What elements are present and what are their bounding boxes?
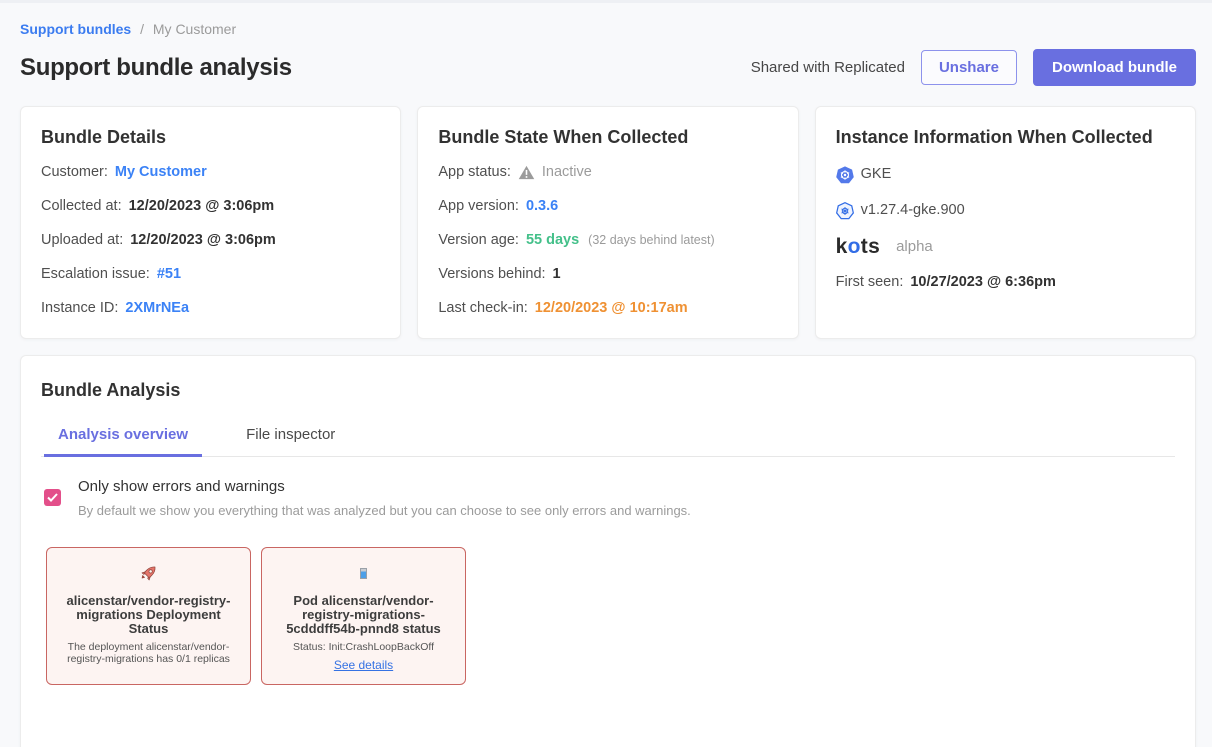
first-seen-label: First seen:: [836, 273, 904, 292]
bundle-details-card: Bundle Details Customer: My Customer Col…: [20, 106, 401, 339]
kots-logo-ts: ts: [861, 235, 880, 258]
uploaded-at-label: Uploaded at:: [41, 231, 123, 250]
filter-label: Only show errors and warnings: [78, 478, 691, 495]
app-status-value: Inactive: [542, 163, 592, 182]
kots-row: kots alpha: [836, 237, 1175, 256]
check-icon: [47, 493, 58, 502]
collected-at-row: Collected at: 12/20/2023 @ 3:06pm: [41, 197, 380, 216]
instance-info-card: Instance Information When Collected GKE …: [815, 106, 1196, 339]
breadcrumb-separator: /: [140, 21, 144, 37]
result-title: Pod alicenstar/vendor-registry-migration…: [272, 594, 455, 636]
app-version-label: App version:: [438, 197, 519, 216]
rocket-icon: [57, 561, 240, 585]
breadcrumb-support-bundles-link[interactable]: Support bundles: [20, 21, 131, 37]
version-age-value: 55 days: [526, 231, 579, 250]
bundle-details-title: Bundle Details: [41, 127, 380, 148]
result-message: Status: Init:CrashLoopBackOff: [272, 642, 455, 654]
result-title: alicenstar/vendor-registry-migrations De…: [57, 594, 240, 636]
header-actions: Shared with Replicated Unshare Download …: [751, 49, 1196, 86]
breadcrumb: Support bundles / My Customer: [20, 3, 1196, 37]
app-status-label: App status:: [438, 163, 511, 182]
customer-label: Customer:: [41, 163, 108, 182]
collected-at-value: 12/20/2023 @ 3:06pm: [129, 197, 275, 216]
deployment-status-result-card[interactable]: alicenstar/vendor-registry-migrations De…: [46, 547, 251, 685]
page-title: Support bundle analysis: [20, 54, 292, 82]
version-age-note: (32 days behind latest): [588, 231, 714, 250]
escalation-issue-label: Escalation issue:: [41, 265, 150, 284]
result-message: The deployment alicenstar/vendor-registr…: [57, 642, 240, 665]
breadcrumb-current: My Customer: [153, 21, 236, 37]
version-age-label: Version age:: [438, 231, 519, 250]
k8s-version-row: v1.27.4-gke.900: [836, 201, 1175, 220]
distribution-row: GKE: [836, 165, 1175, 184]
uploaded-at-row: Uploaded at: 12/20/2023 @ 3:06pm: [41, 231, 380, 250]
instance-info-title: Instance Information When Collected: [836, 127, 1175, 148]
escalation-issue-row: Escalation issue: #51: [41, 265, 380, 284]
bundle-state-title: Bundle State When Collected: [438, 127, 777, 148]
kots-logo-k: k: [836, 235, 848, 258]
instance-id-label: Instance ID:: [41, 299, 118, 318]
bundle-analysis-title: Bundle Analysis: [41, 380, 1175, 401]
tab-file-inspector[interactable]: File inspector: [232, 426, 349, 456]
app-version-row: App version: 0.3.6: [438, 197, 777, 216]
bundle-state-card: Bundle State When Collected App status: …: [417, 106, 798, 339]
escalation-issue-link[interactable]: #51: [157, 265, 181, 284]
download-bundle-button[interactable]: Download bundle: [1033, 49, 1196, 86]
kots-logo-o: o: [848, 235, 861, 258]
version-age-row: Version age: 55 days (32 days behind lat…: [438, 231, 777, 250]
versions-behind-label: Versions behind:: [438, 265, 545, 284]
collected-at-label: Collected at:: [41, 197, 122, 216]
errors-warnings-filter: Only show errors and warnings By default…: [41, 478, 1175, 518]
customer-link[interactable]: My Customer: [115, 163, 207, 182]
first-seen-value: 10/27/2023 @ 6:36pm: [910, 273, 1056, 292]
instance-id-link[interactable]: 2XMrNEa: [125, 299, 189, 318]
filter-description: By default we show you everything that w…: [78, 503, 691, 518]
customer-row: Customer: My Customer: [41, 163, 380, 182]
last-checkin-row: Last check-in: 12/20/2023 @ 10:17am: [438, 299, 777, 318]
bundle-analysis-panel: Bundle Analysis Analysis overview File i…: [20, 355, 1196, 747]
distribution-value: GKE: [861, 165, 892, 184]
first-seen-row: First seen: 10/27/2023 @ 6:36pm: [836, 273, 1175, 292]
info-cards-row: Bundle Details Customer: My Customer Col…: [20, 106, 1196, 339]
kots-logo: kots: [836, 237, 880, 256]
analysis-tabs: Analysis overview File inspector: [41, 426, 1175, 457]
k8s-version-value: v1.27.4-gke.900: [861, 201, 965, 220]
support-bundle-page: Support bundles / My Customer Support bu…: [0, 3, 1212, 747]
analysis-results-row: alicenstar/vendor-registry-migrations De…: [41, 547, 1175, 685]
versions-behind-value: 1: [553, 265, 561, 284]
see-details-link[interactable]: See details: [334, 658, 393, 672]
filter-text-block: Only show errors and warnings By default…: [78, 478, 691, 518]
uploaded-at-value: 12/20/2023 @ 3:06pm: [130, 231, 276, 250]
page-header: Support bundle analysis Shared with Repl…: [20, 49, 1196, 86]
shared-status-text: Shared with Replicated: [751, 59, 905, 76]
warning-triangle-icon: [518, 165, 535, 180]
broken-image-icon: [272, 561, 455, 585]
unshare-button[interactable]: Unshare: [921, 50, 1017, 85]
app-version-link[interactable]: 0.3.6: [526, 197, 558, 216]
versions-behind-row: Versions behind: 1: [438, 265, 777, 284]
instance-id-row: Instance ID: 2XMrNEa: [41, 299, 380, 318]
kubernetes-icon: [836, 202, 854, 220]
gke-icon: [836, 166, 854, 184]
errors-warnings-checkbox[interactable]: [44, 489, 61, 506]
last-checkin-label: Last check-in:: [438, 299, 527, 318]
last-checkin-value: 12/20/2023 @ 10:17am: [535, 299, 688, 318]
tab-analysis-overview[interactable]: Analysis overview: [44, 426, 202, 456]
kots-channel: alpha: [896, 237, 933, 256]
app-status-row: App status: Inactive: [438, 163, 777, 182]
pod-status-result-card[interactable]: Pod alicenstar/vendor-registry-migration…: [261, 547, 466, 685]
